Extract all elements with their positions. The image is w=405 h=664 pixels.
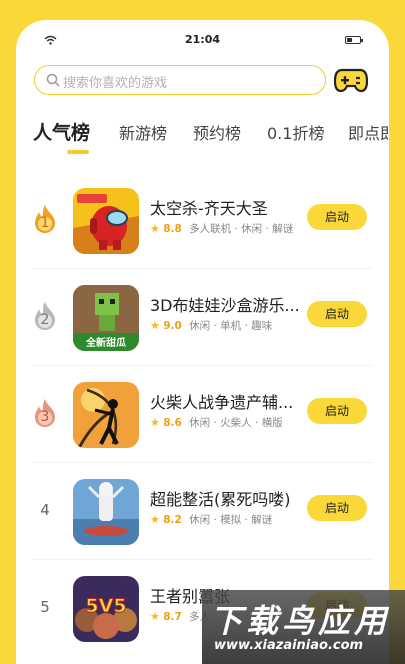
game-tags: 休闲 · 火柴人 · 横版 [189, 417, 283, 429]
game-title: 超能整活(累死吗喽) [150, 490, 291, 509]
app-screen: 21:04 搜索你喜欢的游戏 人气榜 新游榜 预约榜 0.1折榜 即点即 1 太… [16, 20, 389, 664]
star-icon: ★ [150, 610, 160, 623]
svg-text:全新甜瓜: 全新甜瓜 [85, 336, 126, 349]
list-item[interactable]: 1 太空杀-齐天大圣 ★ 8.8 多人联机 · 休闲 · 解谜 启动 [16, 172, 389, 269]
status-bar: 21:04 [16, 33, 389, 49]
svg-text:5V5: 5V5 [85, 595, 126, 617]
launch-button[interactable]: 启动 [307, 301, 367, 327]
game-rating: 9.0 [163, 320, 182, 332]
tab-discount[interactable]: 0.1折榜 [267, 120, 324, 144]
star-icon: ★ [150, 416, 160, 429]
ragdoll-sandbox-icon: 全新甜瓜 [73, 285, 139, 351]
search-placeholder: 搜索你喜欢的游戏 [63, 76, 168, 91]
rank-number: 5 [40, 598, 50, 616]
game-rating: 8.7 [163, 611, 182, 623]
5v5-heroes-icon: 5V5 [73, 576, 139, 642]
launch-button[interactable]: 启动 [307, 398, 367, 424]
game-title: 太空杀-齐天大圣 [150, 199, 268, 218]
game-meta: ★ 8.2 休闲 · 模拟 · 解谜 [150, 512, 272, 527]
game-title: 3D布娃娃沙盒游乐... [150, 296, 300, 315]
game-rating: 8.8 [163, 223, 182, 235]
rank-number: 4 [40, 501, 50, 519]
launch-button[interactable]: 启动 [307, 495, 367, 521]
rank-number: 3 [40, 409, 50, 425]
watermark: 下载鸟应用 www.xiazainiao.com [202, 590, 405, 664]
tab-new-games[interactable]: 新游榜 [119, 120, 167, 144]
tab-instant-play[interactable]: 即点即 [348, 120, 389, 144]
watermark-title: 下载鸟应用 [210, 602, 391, 640]
list-item[interactable]: 2 全新甜瓜 3D布娃娃沙盒游乐... ★ 9.0 休闲 · 单机 · 趣味 启… [16, 269, 389, 366]
rank-number: 1 [40, 215, 50, 231]
game-title: 火柴人战争遗产辅... [150, 393, 294, 412]
active-tab-indicator [67, 150, 89, 154]
game-rating: 8.2 [163, 514, 182, 526]
game-meta: ★ 8.8 多人联机 · 休闲 · 解谜 [150, 221, 293, 236]
star-icon: ★ [150, 222, 160, 235]
star-icon: ★ [150, 513, 160, 526]
search-input[interactable]: 搜索你喜欢的游戏 [34, 65, 326, 95]
gamepad-icon[interactable] [334, 67, 368, 93]
watermark-url: www.xiazainiao.com [214, 638, 364, 653]
meme-cat-icon [73, 479, 139, 545]
tab-reservation[interactable]: 预约榜 [193, 120, 241, 144]
list-item[interactable]: 4 超能整活(累死吗喽) ★ 8.2 休闲 · 模拟 · 解谜 启动 [16, 463, 389, 560]
launch-button[interactable]: 启动 [307, 204, 367, 230]
stickman-archer-icon [73, 382, 139, 448]
search-icon [46, 73, 60, 87]
game-tags: 休闲 · 模拟 · 解谜 [189, 514, 273, 526]
game-meta: ★ 8.6 休闲 · 火柴人 · 横版 [150, 415, 283, 430]
game-tags: 多人联机 · 休闲 · 解谜 [189, 223, 294, 235]
among-us-icon [73, 188, 139, 254]
tab-popular[interactable]: 人气榜 [33, 118, 90, 145]
star-icon: ★ [150, 319, 160, 332]
rank-number: 2 [40, 312, 50, 328]
list-item[interactable]: 3 火柴人战争遗产辅... ★ 8.6 休闲 · 火柴人 · 横版 启动 [16, 366, 389, 463]
game-meta: ★ 9.0 休闲 · 单机 · 趣味 [150, 318, 272, 333]
game-rating: 8.6 [163, 417, 182, 429]
status-time: 21:04 [184, 33, 220, 46]
battery-icon [345, 36, 363, 44]
game-tags: 休闲 · 单机 · 趣味 [189, 320, 273, 332]
ranking-tabs: 人气榜 新游榜 预约榜 0.1折榜 即点即 [33, 120, 389, 160]
